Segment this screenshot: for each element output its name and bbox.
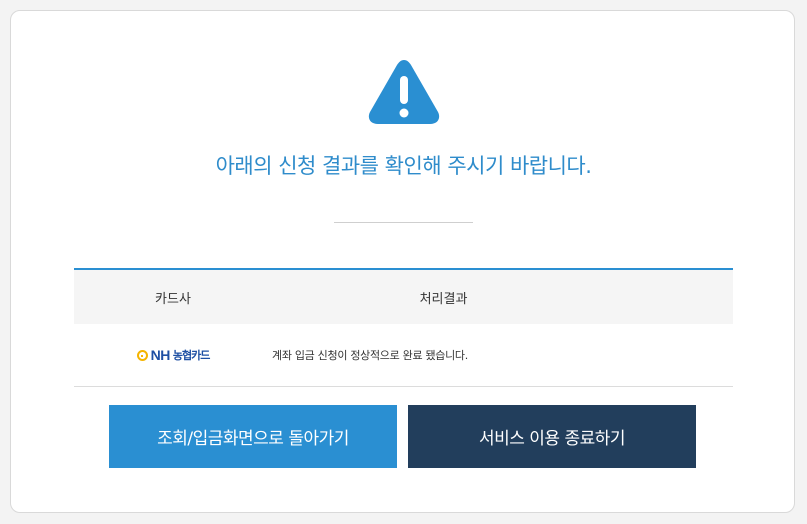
warning-icon [368,60,440,124]
result-cell: 계좌 입금 신청이 정상적으로 완료 됐습니다. [272,349,468,362]
nh-logo-mark-icon [136,349,148,361]
logo-text: 농협카드 [172,349,210,362]
column-header-result: 처리결과 [419,291,468,307]
result-dialog: 아래의 신청 결과를 확인해 주시기 바랍니다. 카드사 처리결과 NH 농협카… [10,10,795,513]
column-header-card-company: 카드사 [155,291,191,307]
table-row: NH 농협카드 계좌 입금 신청이 정상적으로 완료 됐습니다. [74,324,733,387]
logo-mark-text: NH [150,347,171,363]
back-to-inquiry-button[interactable]: 조회/입금화면으로 돌아가기 [109,405,397,468]
table-header: 카드사 처리결과 [74,268,733,324]
result-table: 카드사 처리결과 NH 농협카드 계좌 입금 신청이 정상적으로 완료 됐습니다… [74,268,733,387]
card-company-cell: NH 농협카드 [74,347,272,363]
exit-service-button[interactable]: 서비스 이용 종료하기 [408,405,696,468]
divider [334,222,473,223]
page-title: 아래의 신청 결과를 확인해 주시기 바랍니다. [215,154,592,178]
nh-card-logo: NH 농협카드 [136,347,210,363]
